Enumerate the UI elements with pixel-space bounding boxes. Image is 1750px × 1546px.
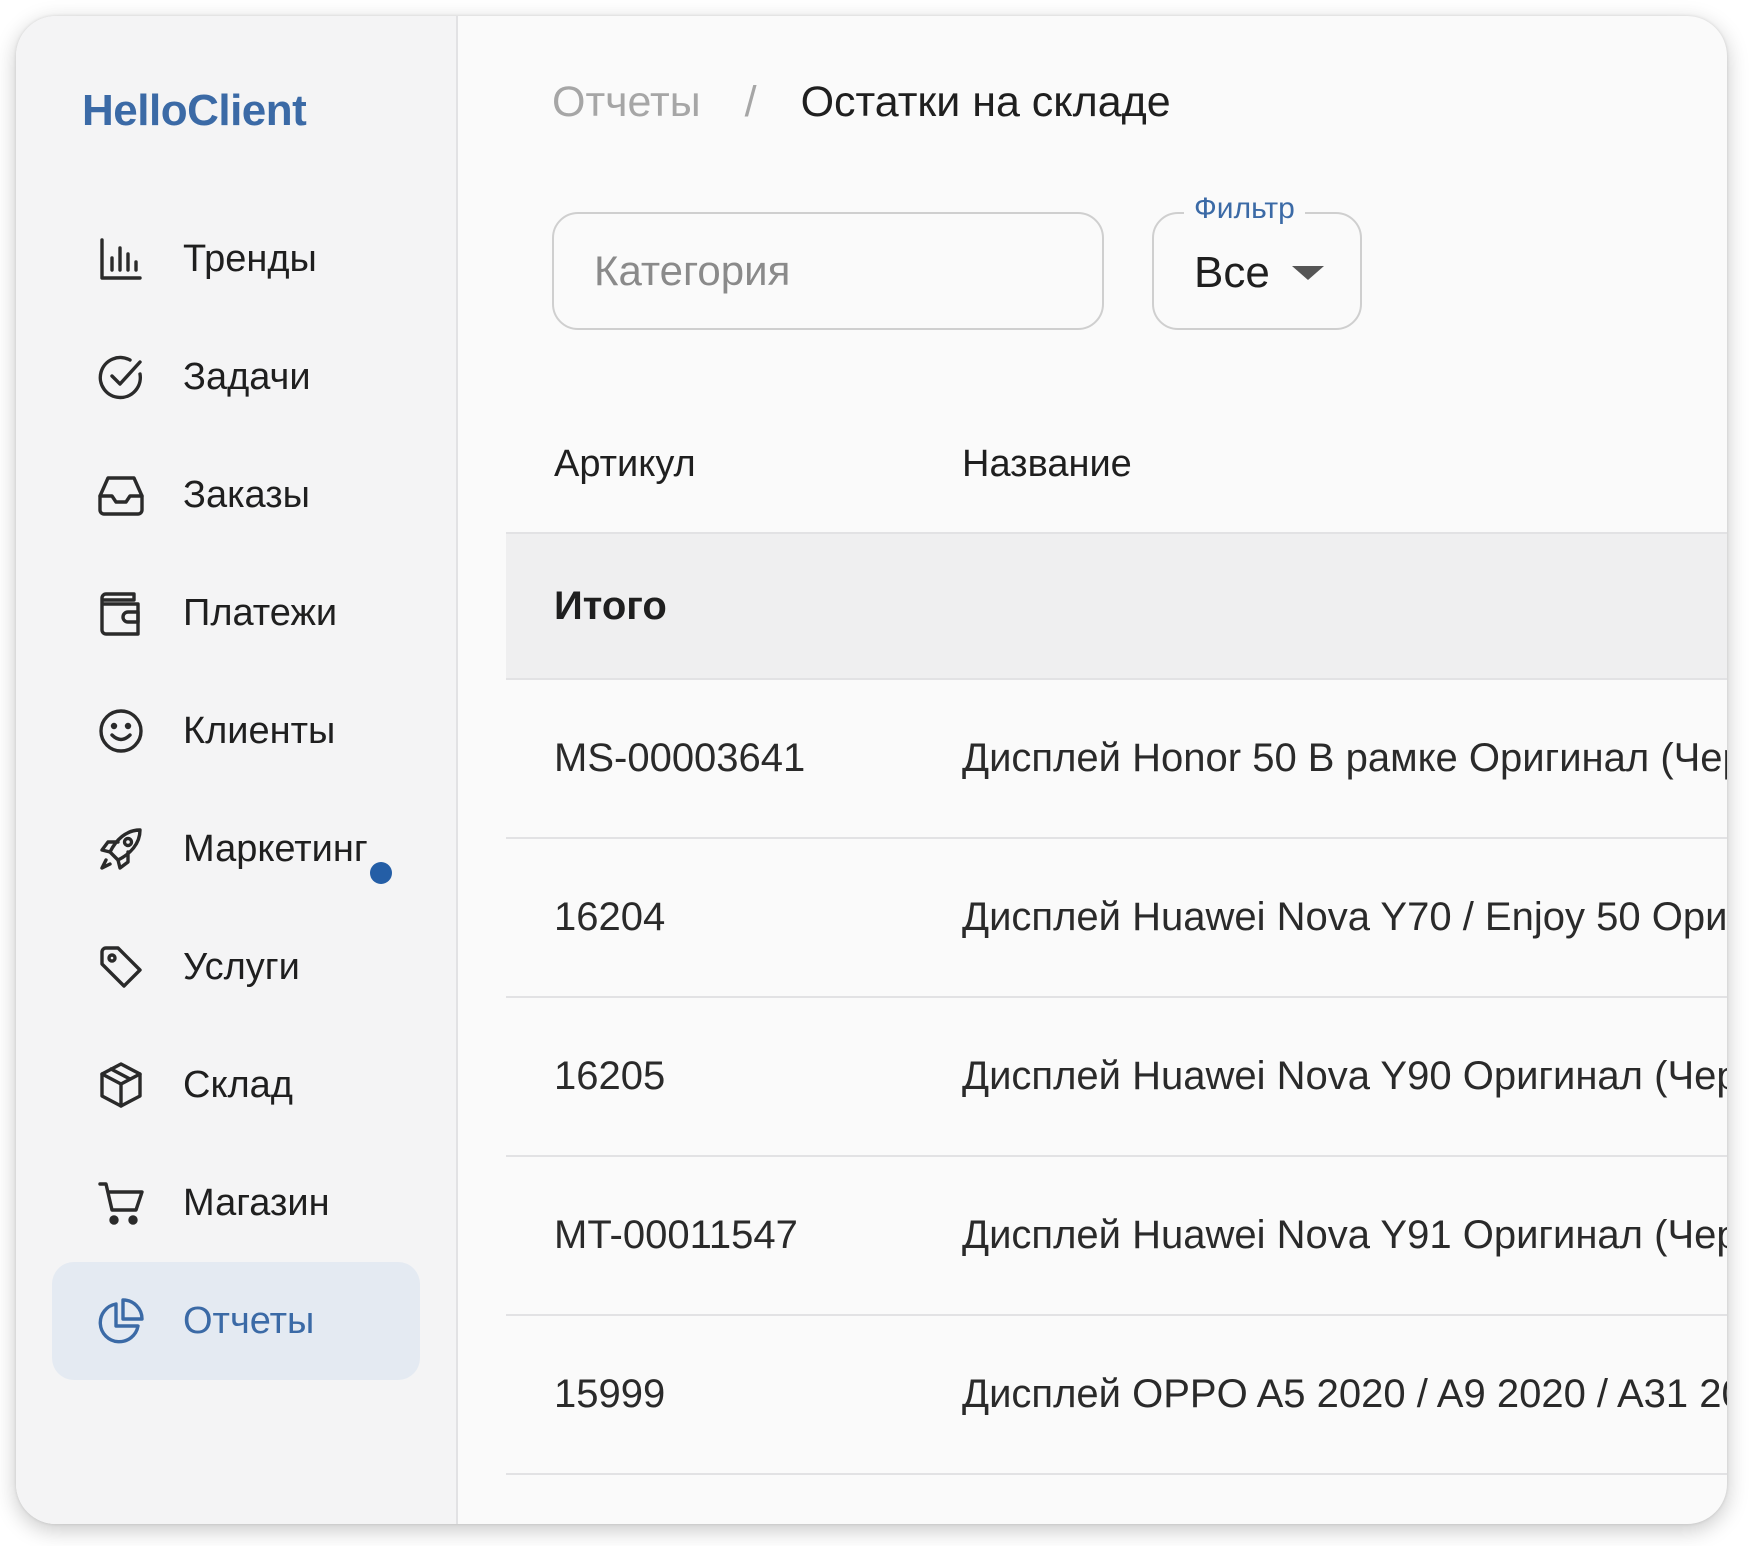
column-header-name[interactable]: Название <box>962 443 1132 486</box>
sidebar-item-label: Заказы <box>183 473 310 516</box>
sidebar-item-warehouse[interactable]: Склад <box>52 1026 420 1144</box>
stock-table: Артикул Название Итого MS-00003641 Диспл… <box>506 396 1727 1475</box>
app-logo: HelloClient <box>82 86 307 135</box>
inbox-icon <box>96 470 146 520</box>
cell-sku: 15999 <box>554 1372 666 1416</box>
breadcrumb-separator: / <box>744 78 757 126</box>
sidebar-item-label: Платежи <box>183 591 338 634</box>
pie-chart-icon <box>96 1296 146 1346</box>
sidebar-item-trends[interactable]: Тренды <box>52 200 420 318</box>
cell-name: Дисплей Huawei Nova Y70 / Enjoy 50 Ориги <box>962 895 1727 939</box>
app-window: HelloClient Тренды Задачи Заказы Платежи… <box>16 16 1727 1524</box>
sidebar-item-shop[interactable]: Магазин <box>52 1144 420 1262</box>
notification-badge <box>370 862 392 884</box>
cart-icon <box>96 1178 146 1228</box>
column-header-sku[interactable]: Артикул <box>554 443 696 486</box>
filter-label: Фильтр <box>1184 192 1305 226</box>
cell-name: Дисплей Honor 50 В рамке Оригинал (Чер <box>962 736 1727 780</box>
bar-chart-icon <box>96 234 146 284</box>
cell-sku: MS-00003641 <box>554 736 806 780</box>
wallet-icon <box>96 588 146 638</box>
caret-down-icon <box>1292 266 1324 280</box>
tag-icon <box>96 942 146 992</box>
total-label: Итого <box>554 583 667 628</box>
smile-icon <box>96 706 146 756</box>
page-title: Остатки на складе <box>800 78 1171 126</box>
cell-name: Дисплей Huawei Nova Y91 Оригинал (Черн <box>962 1213 1727 1257</box>
sidebar-item-label: Тренды <box>183 237 317 280</box>
category-input[interactable] <box>552 212 1104 330</box>
sidebar-item-orders[interactable]: Заказы <box>52 436 420 554</box>
cell-sku: 16205 <box>554 1054 666 1098</box>
breadcrumb-link-reports[interactable]: Отчеты <box>552 78 701 127</box>
sidebar-item-clients[interactable]: Клиенты <box>52 672 420 790</box>
table-row[interactable]: 16205 Дисплей Huawei Nova Y90 Оригинал (… <box>506 998 1727 1157</box>
sidebar-item-label: Услуги <box>183 945 300 988</box>
table-row[interactable]: 16204 Дисплей Huawei Nova Y70 / Enjoy 50… <box>506 839 1727 998</box>
sidebar-item-label: Маркетинг <box>183 827 368 870</box>
sidebar-item-label: Склад <box>183 1063 293 1106</box>
main-content: Отчеты / Остатки на складе Фильтр Все Ар… <box>458 16 1727 1524</box>
table-row[interactable]: 15999 Дисплей OPPO A5 2020 / A9 2020 / A… <box>506 1316 1727 1475</box>
table-header: Артикул Название <box>506 396 1727 534</box>
check-circle-icon <box>96 352 146 402</box>
sidebar-item-services[interactable]: Услуги <box>52 908 420 1026</box>
sidebar-item-label: Клиенты <box>183 709 336 752</box>
table-row[interactable]: MS-00003641 Дисплей Honor 50 В рамке Ори… <box>506 680 1727 839</box>
breadcrumb: Отчеты / Остатки на складе <box>552 78 1171 127</box>
sidebar-item-reports[interactable]: Отчеты <box>52 1262 420 1380</box>
sidebar-item-payments[interactable]: Платежи <box>52 554 420 672</box>
table-total-row: Итого <box>506 534 1727 680</box>
filter-select[interactable]: Фильтр Все <box>1152 192 1362 330</box>
cell-name: Дисплей OPPO A5 2020 / A9 2020 / A31 20 <box>962 1372 1727 1416</box>
filter-value: Все <box>1194 248 1270 297</box>
box-icon <box>96 1060 146 1110</box>
cell-sku: MT-00011547 <box>554 1213 798 1257</box>
sidebar-item-tasks[interactable]: Задачи <box>52 318 420 436</box>
sidebar-item-label: Отчеты <box>183 1299 315 1342</box>
rocket-icon <box>96 824 146 874</box>
sidebar-item-label: Магазин <box>183 1181 330 1224</box>
cell-name: Дисплей Huawei Nova Y90 Оригинал (Черн <box>962 1054 1727 1098</box>
cell-sku: 16204 <box>554 895 666 939</box>
table-row[interactable]: MT-00011547 Дисплей Huawei Nova Y91 Ориг… <box>506 1157 1727 1316</box>
sidebar-item-marketing[interactable]: Маркетинг <box>52 790 420 908</box>
sidebar: HelloClient Тренды Задачи Заказы Платежи… <box>16 16 458 1524</box>
sidebar-item-label: Задачи <box>183 355 311 398</box>
